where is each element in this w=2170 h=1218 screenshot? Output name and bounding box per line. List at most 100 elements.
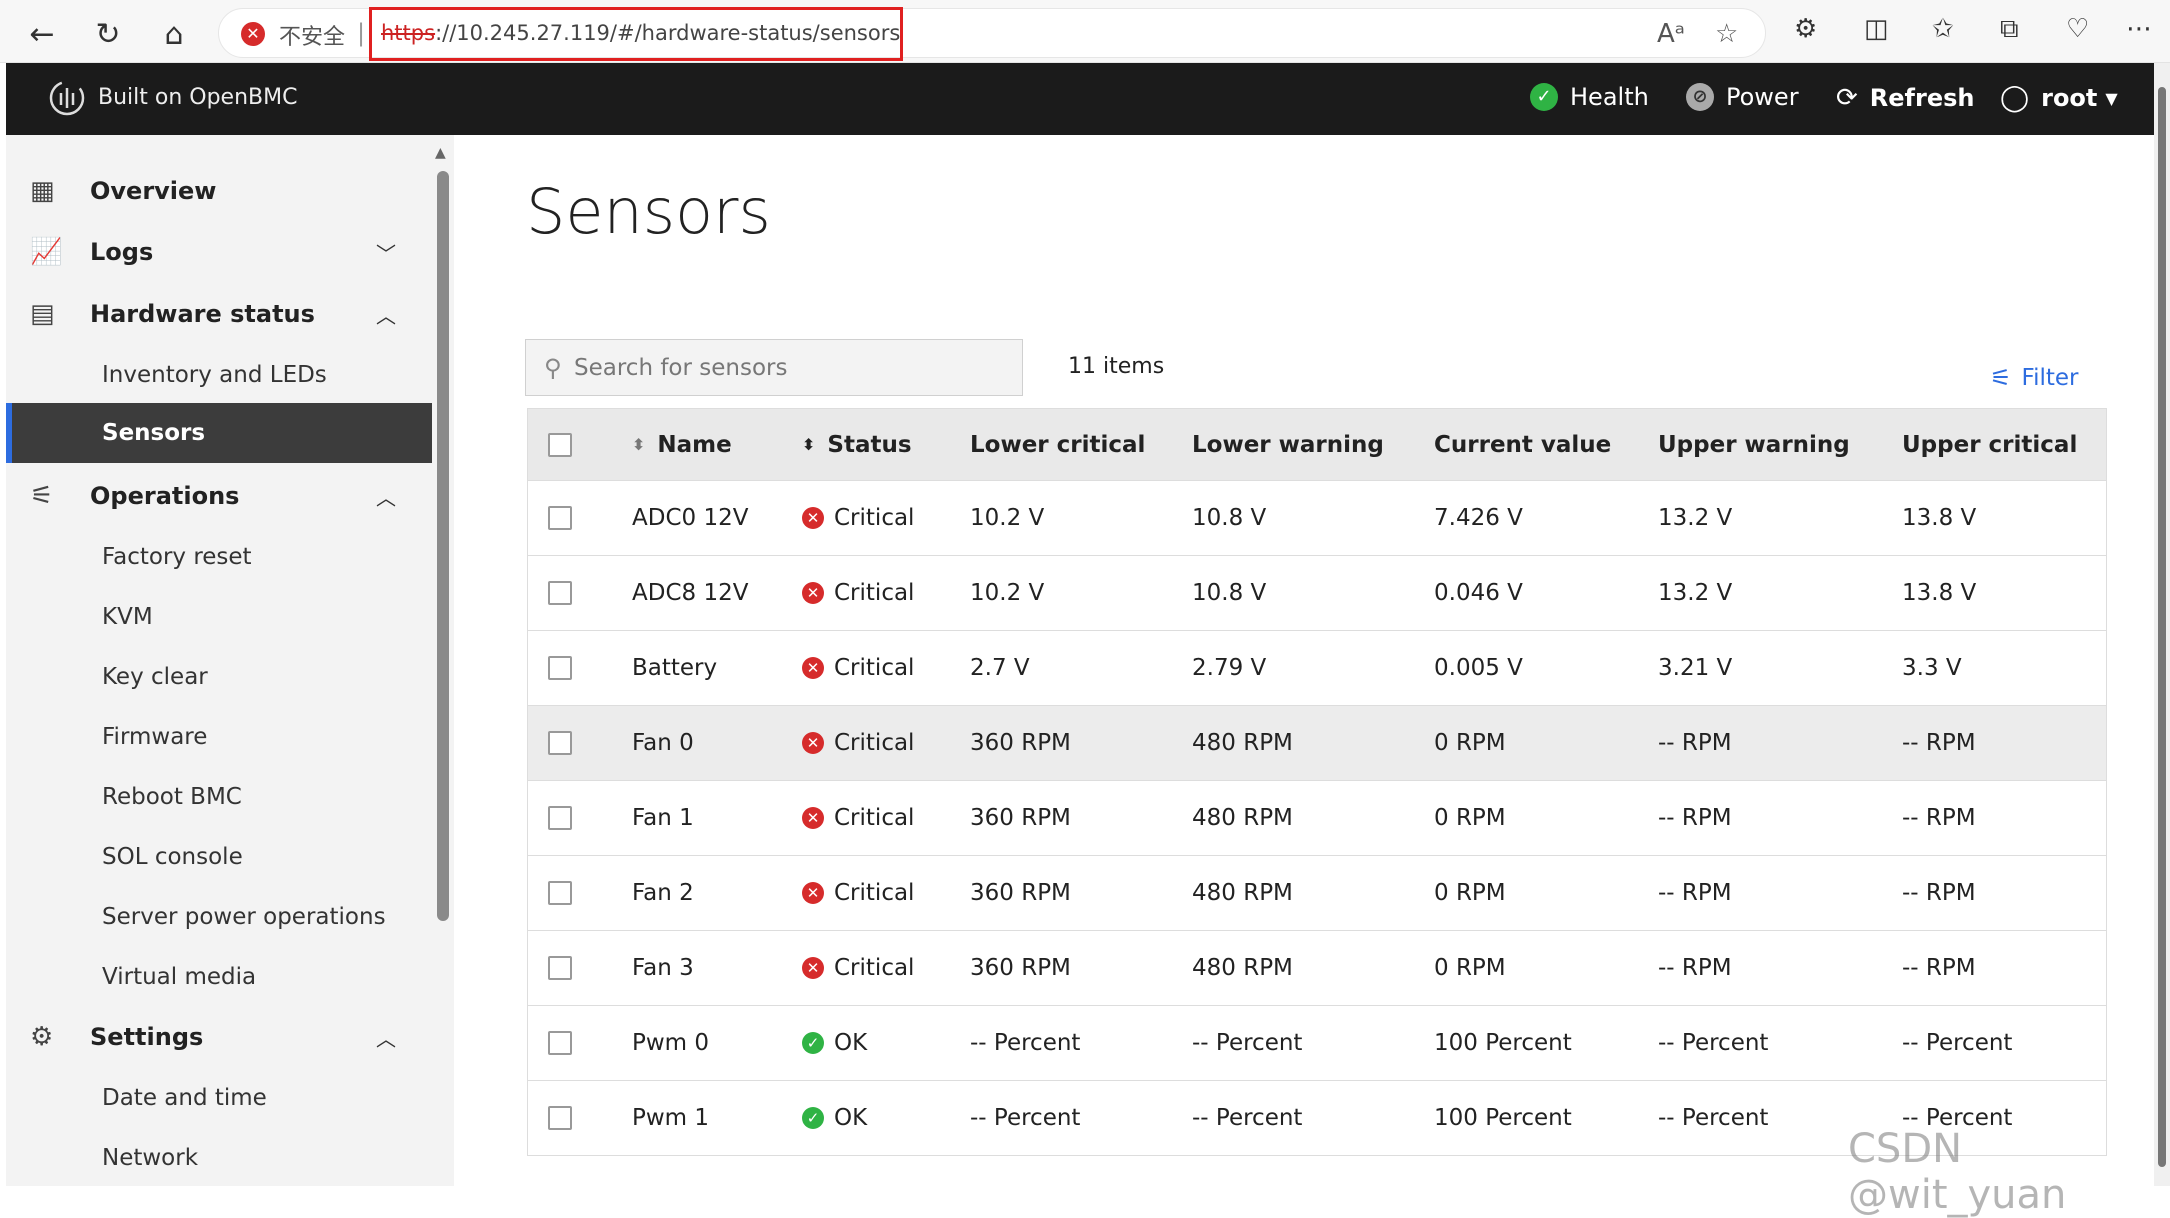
sidebar-item-network[interactable]: Network — [6, 1128, 432, 1186]
home-icon[interactable]: ⌂ — [152, 12, 196, 56]
chevron-up-icon: ︿ — [376, 303, 396, 328]
sidebar-item-inventory[interactable]: Inventory and LEDs — [6, 345, 432, 405]
row-checkbox[interactable] — [548, 806, 572, 830]
cell-lc: -- Percent — [970, 1105, 1081, 1131]
split-screen-icon[interactable]: ◫ — [1864, 14, 1889, 44]
chevron-down-icon: ﹀ — [376, 241, 396, 266]
cell-name: Pwm 1 — [632, 1105, 710, 1131]
cell-uw: -- Percent — [1658, 1030, 1769, 1056]
address-bar[interactable]: ✕ 不安全 | https://10.245.27.119/#/hardware… — [218, 7, 1766, 61]
cell-name: Fan 1 — [632, 805, 694, 831]
table-row[interactable]: Battery 2.7 V 2.79 V 0.005 V 3.21 V 3.3 V ✕ Cri… — [527, 631, 2107, 706]
user-label: root — [2041, 84, 2098, 112]
cell-status: ✓ OK — [802, 1006, 867, 1080]
row-checkbox[interactable] — [548, 1106, 572, 1130]
insecure-warning-icon[interactable]: ✕ — [241, 22, 265, 46]
sidebar-item-overview[interactable]: ▦ Overview — [6, 161, 432, 221]
sidebar-label-inventory: Inventory and LEDs — [102, 362, 327, 388]
cell-lw: 480 RPM — [1192, 880, 1293, 906]
filter-button[interactable]: ⚟ Filter — [1990, 364, 2078, 392]
chevron-up-icon: ︿ — [376, 1026, 396, 1051]
url-protocol: https — [381, 21, 436, 45]
more-menu-icon[interactable]: ⋯ — [2126, 14, 2152, 44]
row-select-cell — [548, 1081, 572, 1155]
row-select-cell — [548, 706, 572, 780]
row-checkbox[interactable] — [548, 881, 572, 905]
favorite-star-icon[interactable]: ☆ — [1715, 19, 1738, 49]
table-row[interactable]: Pwm 0 -- Percent -- Percent 100 Percent -- P… — [527, 1006, 2107, 1081]
cell-lw: 10.8 V — [1192, 580, 1267, 606]
search-input[interactable] — [574, 350, 1004, 386]
row-checkbox[interactable] — [548, 1031, 572, 1055]
row-checkbox[interactable] — [548, 656, 572, 680]
sidebar-item-hardware-status[interactable]: ▤ Hardware status ︿ — [6, 284, 432, 344]
sidebar-item-virtual-media[interactable]: Virtual media — [6, 947, 432, 1007]
sidebar-scroll-thumb[interactable] — [437, 171, 449, 921]
sidebar-label-settings: Settings — [90, 1023, 204, 1051]
collections-icon[interactable]: ⧉ — [2000, 14, 2019, 45]
sidebar-item-server-power[interactable]: Server power operations — [6, 887, 432, 947]
cell-status: ✕ Critical — [802, 481, 914, 555]
row-checkbox[interactable] — [548, 506, 572, 530]
table-row[interactable]: ADC0 12V 10.2 V 10.8 V 7.426 V 13.2 V 13.8 V ✕… — [527, 481, 2107, 556]
table-header-row: ⬍ Name ⬍ Status Lower critical Lower war… — [527, 408, 2107, 481]
caret-down-icon: ▼ — [2105, 88, 2118, 108]
sidebar-item-operations[interactable]: ⚟ Operations ︿ — [6, 466, 432, 526]
table-row[interactable]: Fan 1 360 RPM 480 RPM 0 RPM -- RPM -- RPM ✕ Cri… — [527, 781, 2107, 856]
col-name-header[interactable]: ⬍ Name — [632, 409, 732, 480]
extensions-icon[interactable]: ⚙ — [1794, 14, 1817, 44]
col-status-header[interactable]: ⬍ Status — [802, 409, 912, 480]
table-row[interactable]: Fan 2 360 RPM 480 RPM 0 RPM -- RPM -- RPM ✕ Cri… — [527, 856, 2107, 931]
url-text[interactable]: https://10.245.27.119/#/hardware-status/… — [381, 21, 900, 45]
table-row[interactable]: Fan 3 360 RPM 480 RPM 0 RPM -- RPM -- RPM ✕ Cri… — [527, 931, 2107, 1006]
insecure-label[interactable]: 不安全 — [279, 19, 345, 51]
openbmc-logo-icon[interactable] — [48, 79, 86, 117]
page-scroll-thumb[interactable] — [2158, 87, 2166, 1167]
refresh-button[interactable]: ⟳ Refresh — [1836, 83, 1974, 113]
sidebar-item-reboot-bmc[interactable]: Reboot BMC — [6, 767, 432, 827]
sidebar-item-settings[interactable]: ⚙ Settings ︿ — [6, 1007, 432, 1067]
scroll-up-arrow-icon[interactable]: ▲ — [435, 145, 446, 161]
read-aloud-icon[interactable]: Aᵃ — [1657, 19, 1685, 49]
cell-uw: 13.2 V — [1658, 505, 1733, 531]
cell-uc: -- RPM — [1902, 880, 1976, 906]
sidebar-item-sol-console[interactable]: SOL console — [6, 827, 432, 887]
favorites-icon[interactable]: ✩ — [1932, 14, 1954, 44]
sidebar-item-factory-reset[interactable]: Factory reset — [6, 527, 432, 587]
page-title: Sensors — [526, 175, 771, 248]
table-row[interactable]: ADC8 12V 10.2 V 10.8 V 0.046 V 13.2 V 13.8 V ✕… — [527, 556, 2107, 631]
row-checkbox[interactable] — [548, 581, 572, 605]
power-button[interactable]: ⊘ Power — [1686, 83, 1799, 111]
sidebar-item-sensors[interactable]: Sensors — [6, 403, 432, 463]
cell-lc: -- Percent — [970, 1030, 1081, 1056]
sidebar-label-sol-console: SOL console — [102, 844, 243, 870]
row-checkbox[interactable] — [548, 731, 572, 755]
sidebar-item-logs[interactable]: 📈 Logs ﹀ — [6, 222, 432, 282]
filter-sliders-icon: ⚟ — [1990, 364, 2012, 392]
select-all-checkbox[interactable] — [548, 432, 572, 457]
sidebar-label-sensors: Sensors — [102, 420, 206, 446]
sidebar-label-overview: Overview — [90, 177, 217, 205]
page-scrollbar[interactable] — [2154, 63, 2170, 1186]
back-icon[interactable]: ← — [20, 12, 64, 56]
brand-text[interactable]: Built on OpenBMC — [98, 85, 297, 110]
cell-cur: 7.426 V — [1434, 505, 1523, 531]
table-row[interactable]: Fan 0 360 RPM 480 RPM 0 RPM -- RPM -- RPM ✕ Cri… — [527, 706, 2107, 781]
url-separator: | — [357, 19, 366, 47]
cell-name: ADC0 12V — [632, 505, 749, 531]
sidebar-item-date-time[interactable]: Date and time — [6, 1068, 432, 1128]
sidebar-item-firmware[interactable]: Firmware — [6, 707, 432, 767]
search-box[interactable]: ⚲ — [525, 339, 1023, 396]
sidebar: ▦ Overview 📈 Logs ﹀ ▤ Hardware status ︿ … — [6, 135, 432, 1186]
sidebar-item-key-clear[interactable]: Key clear — [6, 647, 432, 707]
reload-icon[interactable]: ↻ — [86, 12, 130, 56]
sort-icon: ⬍ — [632, 434, 646, 454]
status-critical-icon: ✕ — [802, 582, 824, 604]
row-checkbox[interactable] — [548, 956, 572, 980]
status-ok-icon: ✓ — [802, 1032, 824, 1054]
user-menu-button[interactable]: ◯ root ▼ — [2000, 83, 2118, 113]
health-button[interactable]: ✓ Health — [1530, 83, 1649, 111]
sidebar-item-kvm[interactable]: KVM — [6, 587, 432, 647]
performance-icon[interactable]: ♡ — [2066, 14, 2089, 44]
sidebar-scrollbar[interactable]: ▲ — [432, 135, 454, 1186]
